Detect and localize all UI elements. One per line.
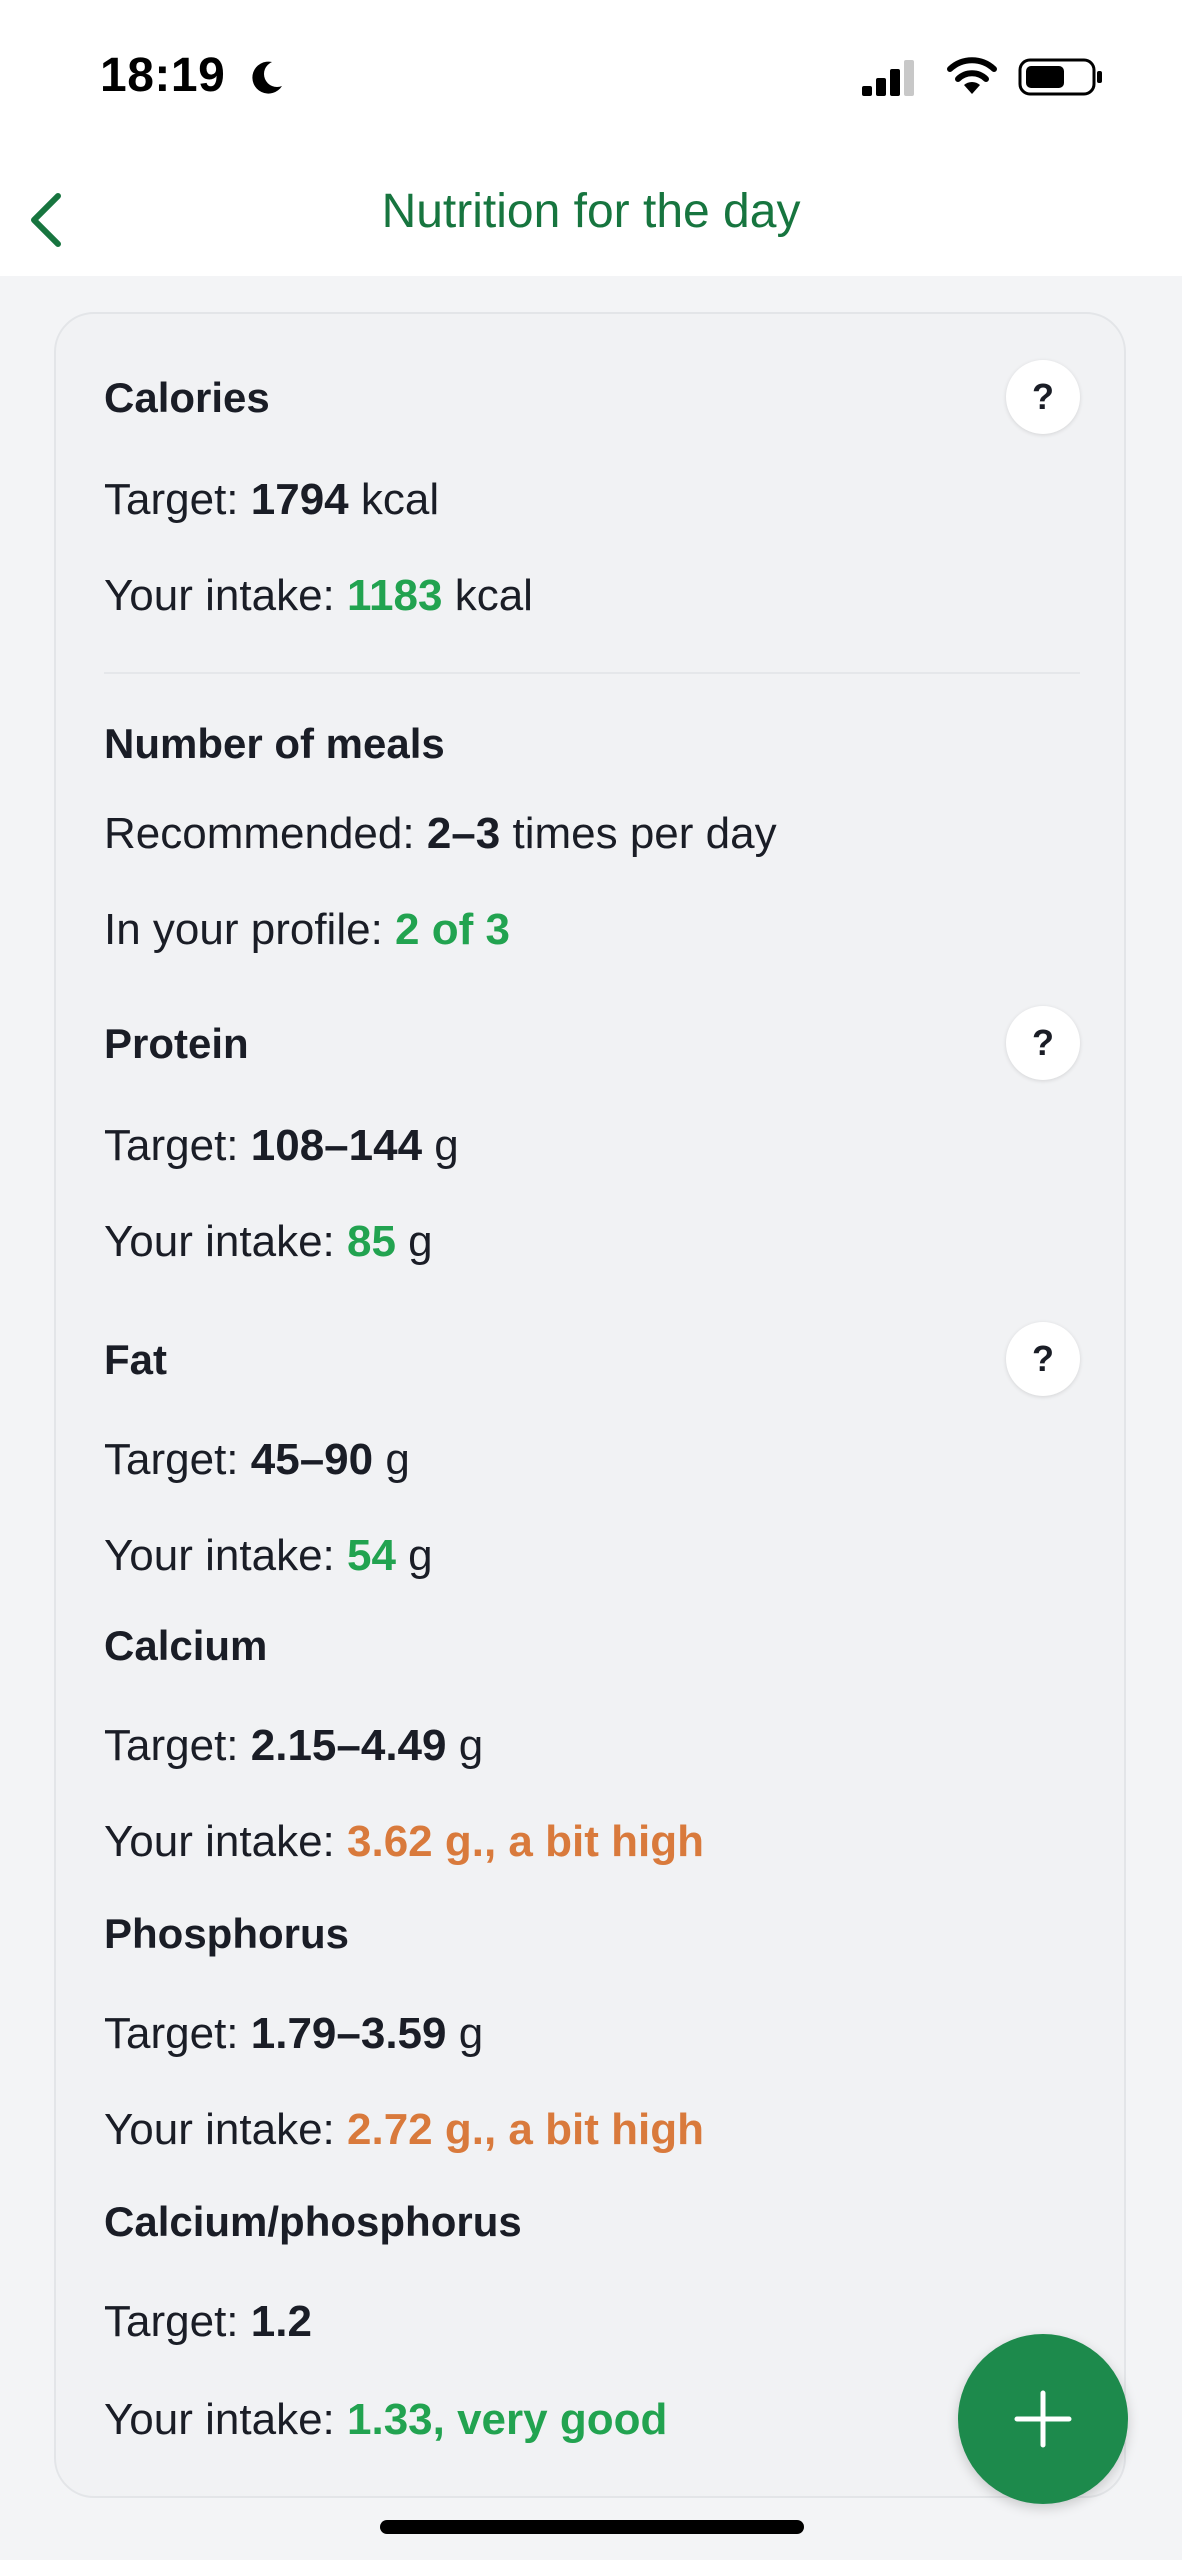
fat-help-button[interactable]: ? xyxy=(1006,1322,1080,1396)
calories-help-button[interactable]: ? xyxy=(1006,360,1080,434)
moon-icon xyxy=(252,61,282,94)
calcium-title: Calcium xyxy=(104,1622,268,1669)
ratio-intake: Your intake: 1.33, very good xyxy=(104,2395,668,2444)
phosphorus-target: Target: 1.79–3.59 g xyxy=(104,2009,484,2058)
nav-bar: Nutrition for the day xyxy=(0,160,1182,276)
protein-target: Target: 108–144 g xyxy=(104,1121,459,1170)
ratio-title: Calcium/phosphorus xyxy=(104,2198,522,2245)
meals-recommended: Recommended: 2–3 times per day xyxy=(104,809,777,858)
status-time: 18:19 xyxy=(100,49,226,102)
calcium-target: Target: 2.15–4.49 g xyxy=(104,1721,484,1770)
meals-profile: In your profile: 2 of 3 xyxy=(104,905,510,954)
divider xyxy=(104,672,1080,674)
home-indicator[interactable] xyxy=(380,2520,804,2534)
protein-help-button[interactable]: ? xyxy=(1006,1006,1080,1080)
protein-title: Protein xyxy=(104,1020,249,1067)
add-button[interactable] xyxy=(958,2334,1128,2504)
calories-target: Target: 1794 kcal xyxy=(104,475,440,524)
fat-intake: Your intake: 54 g xyxy=(104,1531,433,1580)
fat-target: Target: 45–90 g xyxy=(104,1435,410,1484)
calories-intake: Your intake: 1183 kcal xyxy=(104,571,533,620)
plus-icon xyxy=(1014,2390,1072,2448)
wifi-icon xyxy=(947,57,997,94)
fat-title: Fat xyxy=(104,1336,167,1383)
calories-title: Calories xyxy=(104,374,270,421)
page-title: Nutrition for the day xyxy=(381,185,801,238)
meals-title: Number of meals xyxy=(104,720,445,767)
status-bar: 18:19 xyxy=(0,0,1182,160)
signal-icon xyxy=(862,60,914,96)
ratio-target: Target: 1.2 xyxy=(104,2297,312,2346)
phosphorus-title: Phosphorus xyxy=(104,1910,350,1957)
phosphorus-intake: Your intake: 2.72 g., a bit high xyxy=(104,2105,704,2154)
battery-icon xyxy=(1018,58,1102,96)
protein-intake: Your intake: 85 g xyxy=(104,1217,433,1266)
calcium-intake: Your intake: 3.62 g., a bit high xyxy=(104,1817,704,1866)
nutrition-card: Calories ? Target: 1794 kcal Your intake… xyxy=(54,312,1126,2498)
